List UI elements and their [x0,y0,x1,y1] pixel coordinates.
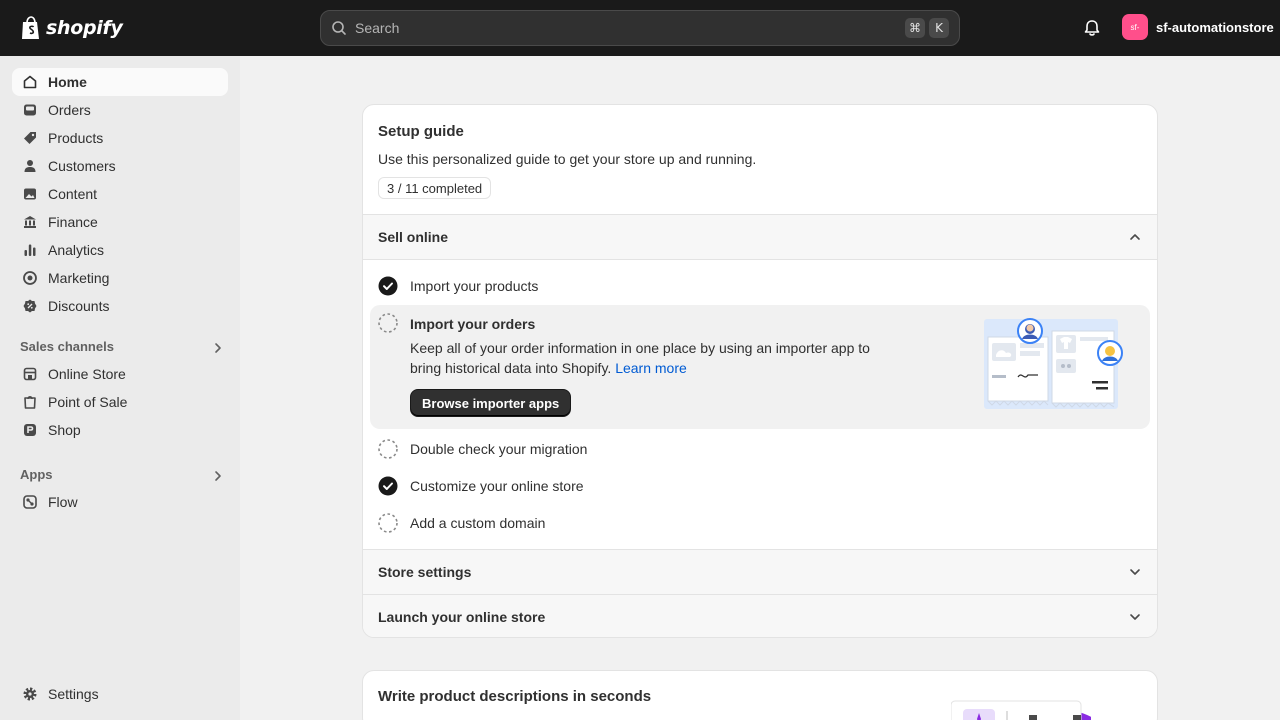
pos-icon [22,394,38,410]
task-import-products[interactable]: Import your products [378,276,538,296]
magic-illustration [951,700,1091,720]
inbox-icon [22,102,38,118]
apps-heading[interactable]: Apps [20,467,53,482]
sidebar-item-flow[interactable]: Flow [12,488,228,516]
sidebar-item-content[interactable]: Content [12,180,228,208]
target-icon [22,270,38,286]
sidebar-item-products[interactable]: Products [12,124,228,152]
chevron-down-icon[interactable] [1128,565,1142,579]
task-title[interactable]: Import your orders [410,316,535,332]
sidebar-item-marketing[interactable]: Marketing [12,264,228,292]
tag-icon [22,130,38,146]
task-double-check-migration[interactable]: Double check your migration [378,439,587,459]
task-label: Import your products [410,278,539,294]
chevron-up-icon[interactable] [1128,230,1142,244]
section-title: Launch your online store [378,609,546,625]
section-title: Sell online [378,229,449,245]
chevron-right-icon[interactable] [211,341,225,355]
sidebar-item-label: Finance [48,214,98,230]
chevron-right-icon[interactable] [211,469,225,483]
image-icon [22,186,38,202]
task-label: Double check your migration [410,441,588,457]
store-menu-button[interactable]: sf- sf-automationstore [1122,14,1274,40]
dashed-circle-icon[interactable] [378,313,398,333]
search-placeholder: Search [355,20,400,36]
store-avatar: sf- [1122,14,1148,40]
shop-icon [22,422,38,438]
sidebar-item-label: Orders [48,102,91,118]
divider [363,259,1157,260]
section-header-sell-online[interactable]: Sell online [363,215,1157,259]
gear-icon [22,686,38,702]
sidebar-item-label: Content [48,186,98,202]
store-name: sf-automationstore [1156,19,1274,35]
bell-icon[interactable] [1082,18,1102,38]
task-label: Customize your online store [410,478,584,494]
import-orders-illustration [984,318,1123,409]
chevron-down-icon[interactable] [1128,610,1142,624]
setup-guide-subtitle: Use this personalized guide to get your … [378,151,757,167]
check-circle-icon[interactable] [378,476,398,496]
bank-icon [22,214,38,230]
sidebar-item-customers[interactable]: Customers [12,152,228,180]
sidebar-item-finance[interactable]: Finance [12,208,228,236]
shopify-bag-icon [22,16,39,39]
card-title: Write product descriptions in seconds [378,688,652,705]
sidebar-item-label: Marketing [48,270,110,286]
bar-chart-icon [22,242,38,258]
check-circle-icon[interactable] [378,276,398,296]
section-header-store-settings[interactable]: Store settings [363,550,1157,594]
sidebar-item-settings[interactable]: Settings [12,680,228,708]
shortcut-key-cmd: ⌘ [905,18,925,38]
section-header-launch-online-store[interactable]: Launch your online store [363,595,1157,637]
sidebar-item-label: Shop [48,422,81,438]
browse-importer-apps-button[interactable]: Browse importer apps [410,389,572,417]
task-import-orders-expanded: Import your orders Keep all of your orde… [370,305,1150,429]
sidebar-item-discounts[interactable]: Discounts [12,292,228,320]
sidebar-item-label: Products [48,130,104,146]
sidebar-item-label: Online Store [48,366,126,382]
top-bar: shopify Search ⌘ K sf- sf-automationstor… [0,0,1280,56]
learn-more-link[interactable]: Learn more [615,360,687,376]
home-icon [22,74,38,90]
search-icon [332,21,346,35]
sidebar-item-label: Analytics [48,242,105,258]
sidebar-item-label: Flow [48,494,78,510]
magic-descriptions-card: Write product descriptions in seconds [362,670,1158,720]
shortcut-key-k: K [929,18,949,38]
sidebar-item-orders[interactable]: Orders [12,96,228,124]
brand-name: shopify [46,17,123,39]
sidebar-item-online-store[interactable]: Online Store [12,360,228,388]
sidebar: Home Orders Products Customers Content F… [0,56,240,720]
discount-icon [22,298,38,314]
sidebar-item-label: Home [48,74,87,90]
section-title: Store settings [378,564,472,580]
sidebar-item-label: Point of Sale [48,394,128,410]
dashed-circle-icon[interactable] [378,513,398,533]
sidebar-item-label: Settings [48,686,99,702]
task-description: Keep all of your order information in on… [410,338,880,378]
sidebar-item-point-of-sale[interactable]: Point of Sale [12,388,228,416]
sidebar-item-label: Discounts [48,298,110,314]
progress-badge: 3 / 11 completed [378,177,492,199]
setup-guide-title: Setup guide [378,123,464,140]
dashed-circle-icon[interactable] [378,439,398,459]
search-input[interactable]: Search ⌘ K [320,10,960,46]
task-label: Add a custom domain [410,515,546,531]
shopify-logo[interactable]: shopify [20,14,123,42]
flow-icon [22,494,38,510]
sidebar-item-analytics[interactable]: Analytics [12,236,228,264]
sidebar-item-shop[interactable]: Shop [12,416,228,444]
task-customize-online-store[interactable]: Customize your online store [378,476,584,496]
person-icon [22,158,38,174]
sidebar-item-label: Customers [48,158,116,174]
setup-guide-card: Setup guide Use this personalized guide … [362,104,1158,638]
sales-channels-heading[interactable]: Sales channels [20,339,114,354]
storefront-icon [22,366,38,382]
task-add-custom-domain[interactable]: Add a custom domain [378,513,545,533]
sidebar-item-home[interactable]: Home [12,68,228,96]
